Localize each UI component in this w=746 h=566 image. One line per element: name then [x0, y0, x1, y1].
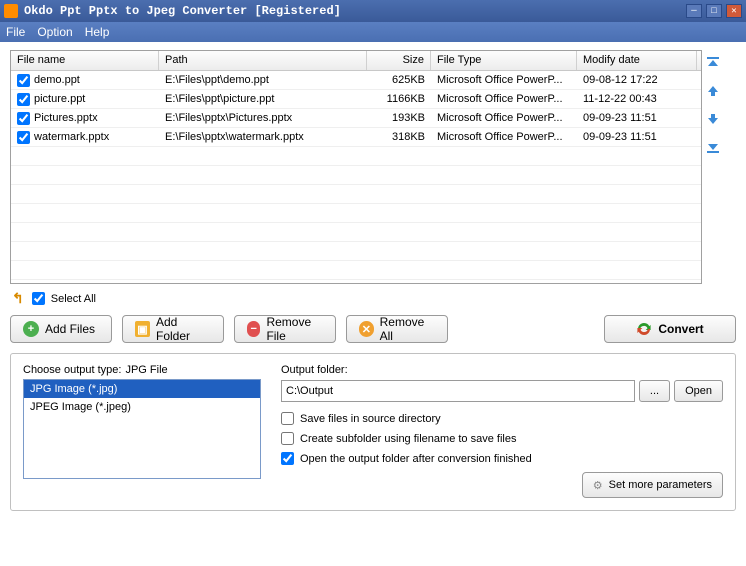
add-files-button[interactable]: +Add Files: [10, 315, 112, 343]
refresh-icon: [636, 321, 652, 337]
close-button[interactable]: ✕: [726, 4, 742, 18]
col-modifydate[interactable]: Modify date: [577, 51, 697, 70]
add-folder-button[interactable]: ▣Add Folder: [122, 315, 224, 343]
x-icon: ✕: [359, 321, 374, 337]
row-checkbox[interactable]: [17, 74, 30, 87]
file-date: 09-09-23 11:51: [577, 129, 697, 145]
create-subfolder-checkbox[interactable]: [281, 432, 294, 445]
output-type-list[interactable]: JPG Image (*.jpg)JPEG Image (*.jpeg): [23, 379, 261, 479]
save-in-source-label: Save files in source directory: [300, 413, 441, 425]
open-after-label: Open the output folder after conversion …: [300, 453, 532, 465]
file-type: Microsoft Office PowerP...: [431, 110, 577, 126]
create-subfolder-label: Create subfolder using filename to save …: [300, 433, 516, 445]
menu-option[interactable]: Option: [37, 25, 72, 39]
file-name: Pictures.pptx: [34, 112, 98, 124]
table-row[interactable]: demo.ppt E:\Files\ppt\demo.ppt625KBMicros…: [11, 71, 701, 90]
file-path: E:\Files\ppt\picture.ppt: [159, 91, 367, 107]
file-name: picture.ppt: [34, 93, 85, 105]
gear-icon: ⚙: [593, 479, 603, 492]
file-date: 11-12-22 00:43: [577, 91, 697, 107]
col-path[interactable]: Path: [159, 51, 367, 70]
file-list[interactable]: File name Path Size File Type Modify dat…: [10, 50, 702, 284]
move-bottom-button[interactable]: [704, 138, 722, 156]
save-in-source-checkbox[interactable]: [281, 412, 294, 425]
remove-file-button[interactable]: −Remove File: [234, 315, 336, 343]
choose-output-type-label: Choose output type:: [23, 364, 121, 376]
col-filetype[interactable]: File Type: [431, 51, 577, 70]
maximize-button[interactable]: □: [706, 4, 722, 18]
file-type: Microsoft Office PowerP...: [431, 91, 577, 107]
col-filename[interactable]: File name: [11, 51, 159, 70]
output-type-item[interactable]: JPEG Image (*.jpeg): [24, 398, 260, 416]
menubar: File Option Help: [0, 22, 746, 42]
move-down-button[interactable]: [704, 110, 722, 128]
move-up-button[interactable]: [704, 82, 722, 100]
file-date: 09-08-12 17:22: [577, 72, 697, 88]
open-folder-button[interactable]: Open: [674, 380, 723, 402]
table-row[interactable]: Pictures.pptx E:\Files\pptx\Pictures.pptx…: [11, 109, 701, 128]
file-list-header: File name Path Size File Type Modify dat…: [11, 51, 701, 71]
open-after-checkbox[interactable]: [281, 452, 294, 465]
output-folder-input[interactable]: [281, 380, 635, 402]
move-top-button[interactable]: [704, 54, 722, 72]
menu-help[interactable]: Help: [85, 25, 110, 39]
plus-icon: +: [23, 321, 39, 337]
table-row[interactable]: picture.ppt E:\Files\ppt\picture.ppt1166K…: [11, 90, 701, 109]
remove-all-button[interactable]: ✕Remove All: [346, 315, 448, 343]
up-level-icon[interactable]: ↰: [12, 290, 24, 307]
file-type: Microsoft Office PowerP...: [431, 129, 577, 145]
current-output-type: JPG File: [125, 364, 167, 376]
file-size: 1166KB: [367, 91, 431, 107]
file-path: E:\Files\pptx\watermark.pptx: [159, 129, 367, 145]
minimize-button[interactable]: ─: [686, 4, 702, 18]
browse-button[interactable]: ...: [639, 380, 670, 402]
file-size: 318KB: [367, 129, 431, 145]
set-more-parameters-button[interactable]: ⚙ Set more parameters: [582, 472, 723, 498]
file-size: 625KB: [367, 72, 431, 88]
output-folder-label: Output folder:: [281, 364, 723, 376]
row-checkbox[interactable]: [17, 131, 30, 144]
selectall-label: Select All: [51, 293, 96, 305]
file-path: E:\Files\ppt\demo.ppt: [159, 72, 367, 88]
file-name: watermark.pptx: [34, 131, 109, 143]
file-name: demo.ppt: [34, 74, 80, 86]
file-size: 193KB: [367, 110, 431, 126]
menu-file[interactable]: File: [6, 25, 25, 39]
selectall-checkbox[interactable]: [32, 292, 45, 305]
folder-icon: ▣: [135, 321, 150, 337]
window-title: Okdo Ppt Pptx to Jpeg Converter [Registe…: [24, 4, 341, 18]
table-row[interactable]: watermark.pptx E:\Files\pptx\watermark.pp…: [11, 128, 701, 147]
col-size[interactable]: Size: [367, 51, 431, 70]
convert-button[interactable]: Convert: [604, 315, 736, 343]
output-type-item[interactable]: JPG Image (*.jpg): [24, 380, 260, 398]
app-icon: [4, 4, 18, 18]
row-checkbox[interactable]: [17, 112, 30, 125]
file-date: 09-09-23 11:51: [577, 110, 697, 126]
minus-icon: −: [247, 321, 260, 337]
file-type: Microsoft Office PowerP...: [431, 72, 577, 88]
row-checkbox[interactable]: [17, 93, 30, 106]
file-path: E:\Files\pptx\Pictures.pptx: [159, 110, 367, 126]
titlebar: Okdo Ppt Pptx to Jpeg Converter [Registe…: [0, 0, 746, 22]
